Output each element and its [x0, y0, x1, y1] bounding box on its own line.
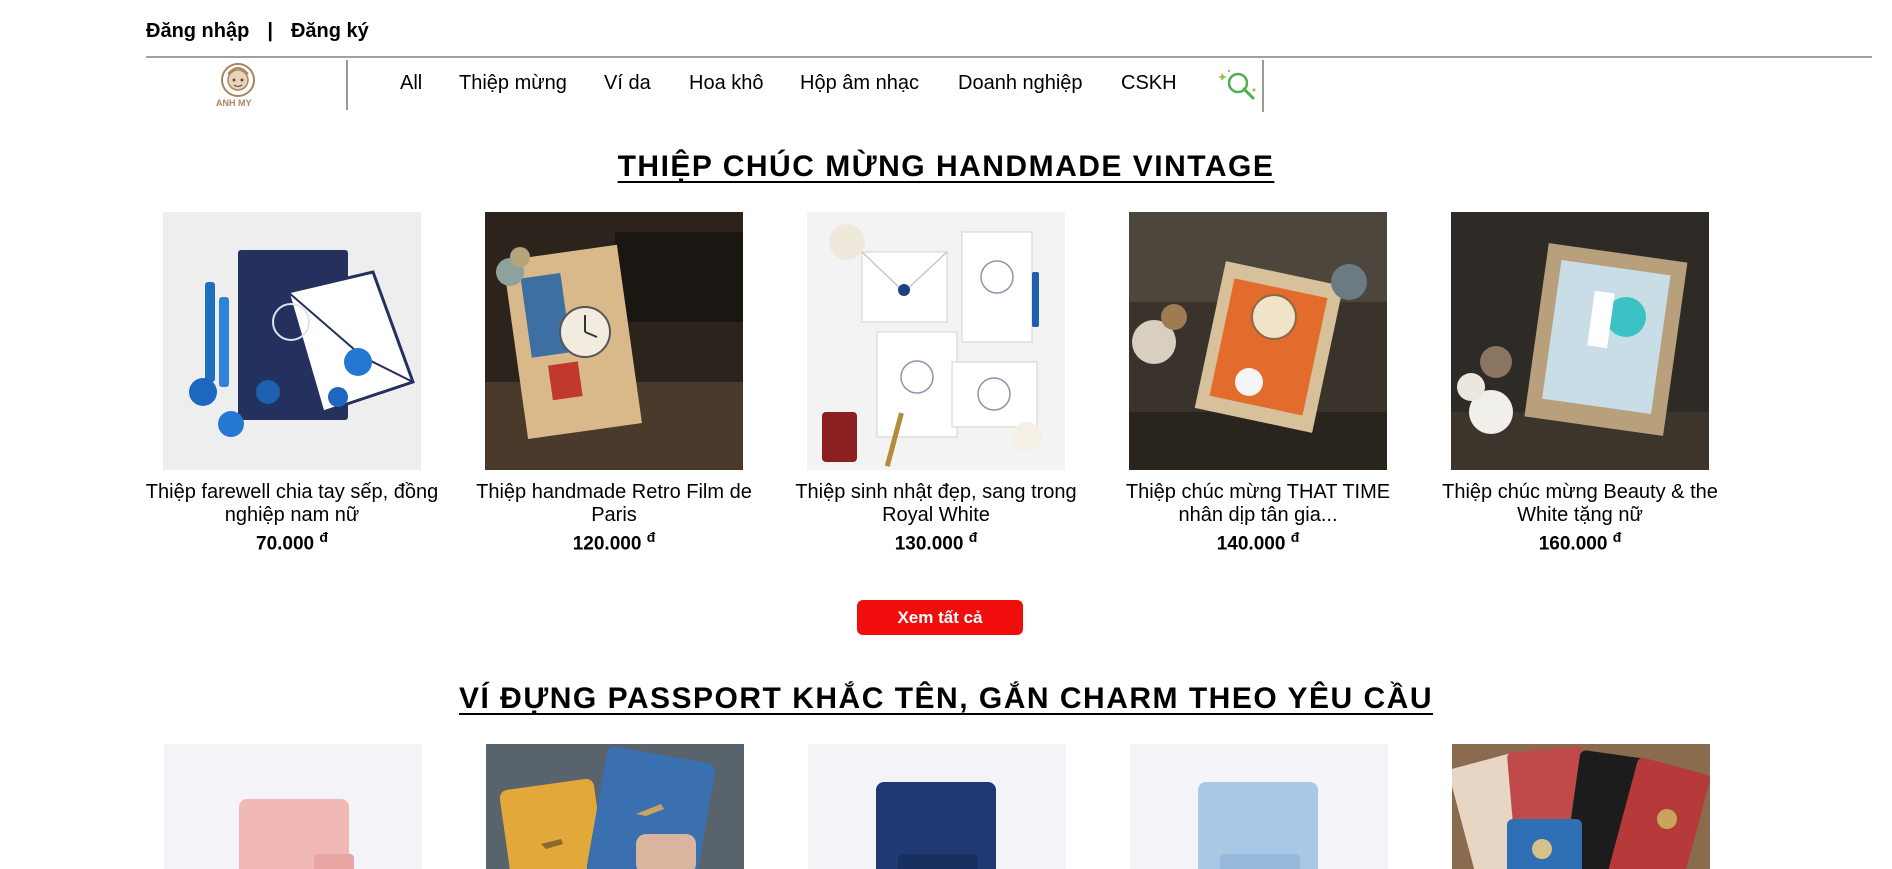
product-name[interactable]: Thiệp chúc mừng Beauty & the White tặng …	[1430, 481, 1730, 527]
product-image-that-time-card[interactable]	[1129, 212, 1387, 470]
product-price: 160.000 đ	[1538, 529, 1622, 555]
nav-item-doanh-nghiep[interactable]: Doanh nghiệp	[958, 72, 1083, 95]
product-image-retro-film-card[interactable]	[485, 212, 743, 470]
product-price: 120.000 đ	[572, 529, 656, 555]
product-price: 130.000 đ	[894, 529, 978, 555]
auth-separator: |	[267, 20, 273, 42]
product-card[interactable]: Thiệp chúc mừng THAT TIME nhân dịp tân g…	[1108, 212, 1408, 555]
search-icon[interactable]	[1217, 68, 1259, 102]
product-name[interactable]: Thiệp chúc mừng THAT TIME nhân dịp tân g…	[1108, 481, 1408, 527]
product-name[interactable]: Thiệp farewell chia tay sếp, đồng nghiệp…	[142, 481, 442, 527]
nav-item-cskh[interactable]: CSKH	[1121, 72, 1177, 95]
product-card[interactable]: Thiệp sinh nhật đẹp, sang trong Royal Wh…	[786, 212, 1086, 555]
product-image-passport-pink[interactable]	[164, 744, 422, 869]
product-name[interactable]: Thiệp sinh nhật đẹp, sang trong Royal Wh…	[786, 481, 1086, 527]
product-image-passport-hands[interactable]	[486, 744, 744, 869]
nav-divider-left	[346, 60, 348, 110]
auth-bar: Đăng nhập | Đăng ký	[146, 20, 369, 43]
product-image-passport-light-blue[interactable]	[1130, 744, 1388, 869]
section-title-passport-wallets: VÍ ĐỰNG PASSPORT KHẮC TÊN, GẮN CHARM THE…	[0, 682, 1892, 716]
register-link[interactable]: Đăng ký	[291, 20, 369, 42]
product-name[interactable]: Thiệp handmade Retro Film de Paris	[464, 481, 764, 527]
section-title-vintage-cards: THIỆP CHÚC MỪNG HANDMADE VINTAGE	[0, 150, 1892, 184]
section-title-text: VÍ ĐỰNG PASSPORT KHẮC TÊN, GẮN CHARM THE…	[459, 682, 1433, 715]
product-image-beauty-white-card[interactable]	[1451, 212, 1709, 470]
nav-item-hoa-kho[interactable]: Hoa khô	[689, 72, 764, 95]
main-navbar: ANH MY All Thiệp mừng Ví da Hoa khô Hộp …	[146, 58, 1264, 112]
nav-item-all[interactable]: All	[400, 72, 422, 95]
login-link[interactable]: Đăng nhập	[146, 20, 249, 42]
product-price: 70.000 đ	[256, 529, 328, 555]
product-card[interactable]: Thiệp farewell chia tay sếp, đồng nghiệp…	[142, 212, 442, 555]
product-card[interactable]: Thiệp handmade Retro Film de Paris 120.0…	[464, 212, 764, 555]
nav-item-vi-da[interactable]: Ví da	[604, 72, 651, 95]
product-image-passport-collection[interactable]	[1452, 744, 1710, 869]
section-title-text: THIỆP CHÚC MỪNG HANDMADE VINTAGE	[617, 150, 1275, 183]
logo-text: ANH MY	[216, 98, 252, 108]
product-image-royal-white-card[interactable]	[807, 212, 1065, 470]
see-all-button[interactable]: Xem tất cả	[857, 600, 1023, 635]
product-price: 140.000 đ	[1216, 529, 1300, 555]
product-image-passport-navy[interactable]	[808, 744, 1066, 869]
nav-item-hop-am-nhac[interactable]: Hộp âm nhạc	[800, 72, 919, 95]
nav-item-thiep-mung[interactable]: Thiệp mừng	[459, 72, 567, 95]
product-image-farewell-card[interactable]	[163, 212, 421, 470]
product-card[interactable]: Thiệp chúc mừng Beauty & the White tặng …	[1430, 212, 1730, 555]
nav-divider-right	[1262, 60, 1264, 112]
